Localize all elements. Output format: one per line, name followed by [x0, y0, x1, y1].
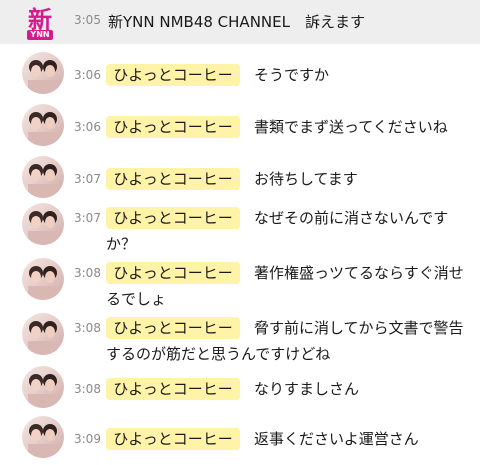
author-name-badge[interactable]: ひよっとコーヒー	[106, 168, 240, 190]
message-text: なぜその前に消さないんですか？	[106, 209, 449, 253]
message-text: 書類でまず送ってくださいね	[254, 118, 448, 136]
avatar[interactable]	[22, 104, 64, 146]
message-timestamp: 3:08	[74, 321, 101, 335]
avatar[interactable]	[22, 156, 64, 198]
author-name-badge[interactable]: ひよっとコーヒー	[106, 378, 240, 400]
message-timestamp: 3:06	[74, 120, 101, 134]
message-timestamp: 3:09	[74, 432, 101, 446]
author-name-badge[interactable]: ひよっとコーヒー	[106, 428, 240, 450]
message-timestamp: 3:07	[74, 211, 101, 225]
avatar[interactable]	[22, 203, 64, 245]
logo-main-glyph: 新	[28, 6, 52, 34]
message-text: 返事くださいよ運営さん	[254, 430, 419, 448]
message-timestamp: 3:08	[74, 266, 101, 280]
author-name-badge[interactable]: ひよっとコーヒー	[106, 64, 240, 86]
avatar[interactable]	[22, 52, 64, 94]
message-timestamp: 3:07	[74, 172, 101, 186]
chat-header: 新 YNN 3:05 新YNN NMB48 CHANNEL 訴えます	[0, 0, 480, 44]
message-text: そうですか	[254, 66, 330, 84]
message-text: 脅す前に消してから文書で警告するのが筋だと思うんですけどね	[106, 319, 464, 363]
message-text: お待ちしてます	[254, 170, 358, 188]
message-text: 著作権盛っツてるならすぐ消せるでしょ	[106, 264, 464, 308]
message-timestamp: 3:08	[74, 382, 101, 396]
message-text: なりすましさん	[254, 380, 360, 398]
avatar[interactable]	[22, 258, 64, 300]
avatar[interactable]	[22, 416, 64, 458]
author-name-badge[interactable]: ひよっとコーヒー	[106, 116, 240, 138]
header-message: 新YNN NMB48 CHANNEL 訴えます	[108, 13, 365, 31]
header-timestamp: 3:05	[74, 13, 101, 27]
avatar[interactable]	[22, 313, 64, 355]
logo-sub-text: YNN	[27, 30, 53, 40]
message-timestamp: 3:06	[74, 68, 101, 82]
channel-logo: 新 YNN	[22, 6, 58, 42]
avatar[interactable]	[22, 366, 64, 408]
